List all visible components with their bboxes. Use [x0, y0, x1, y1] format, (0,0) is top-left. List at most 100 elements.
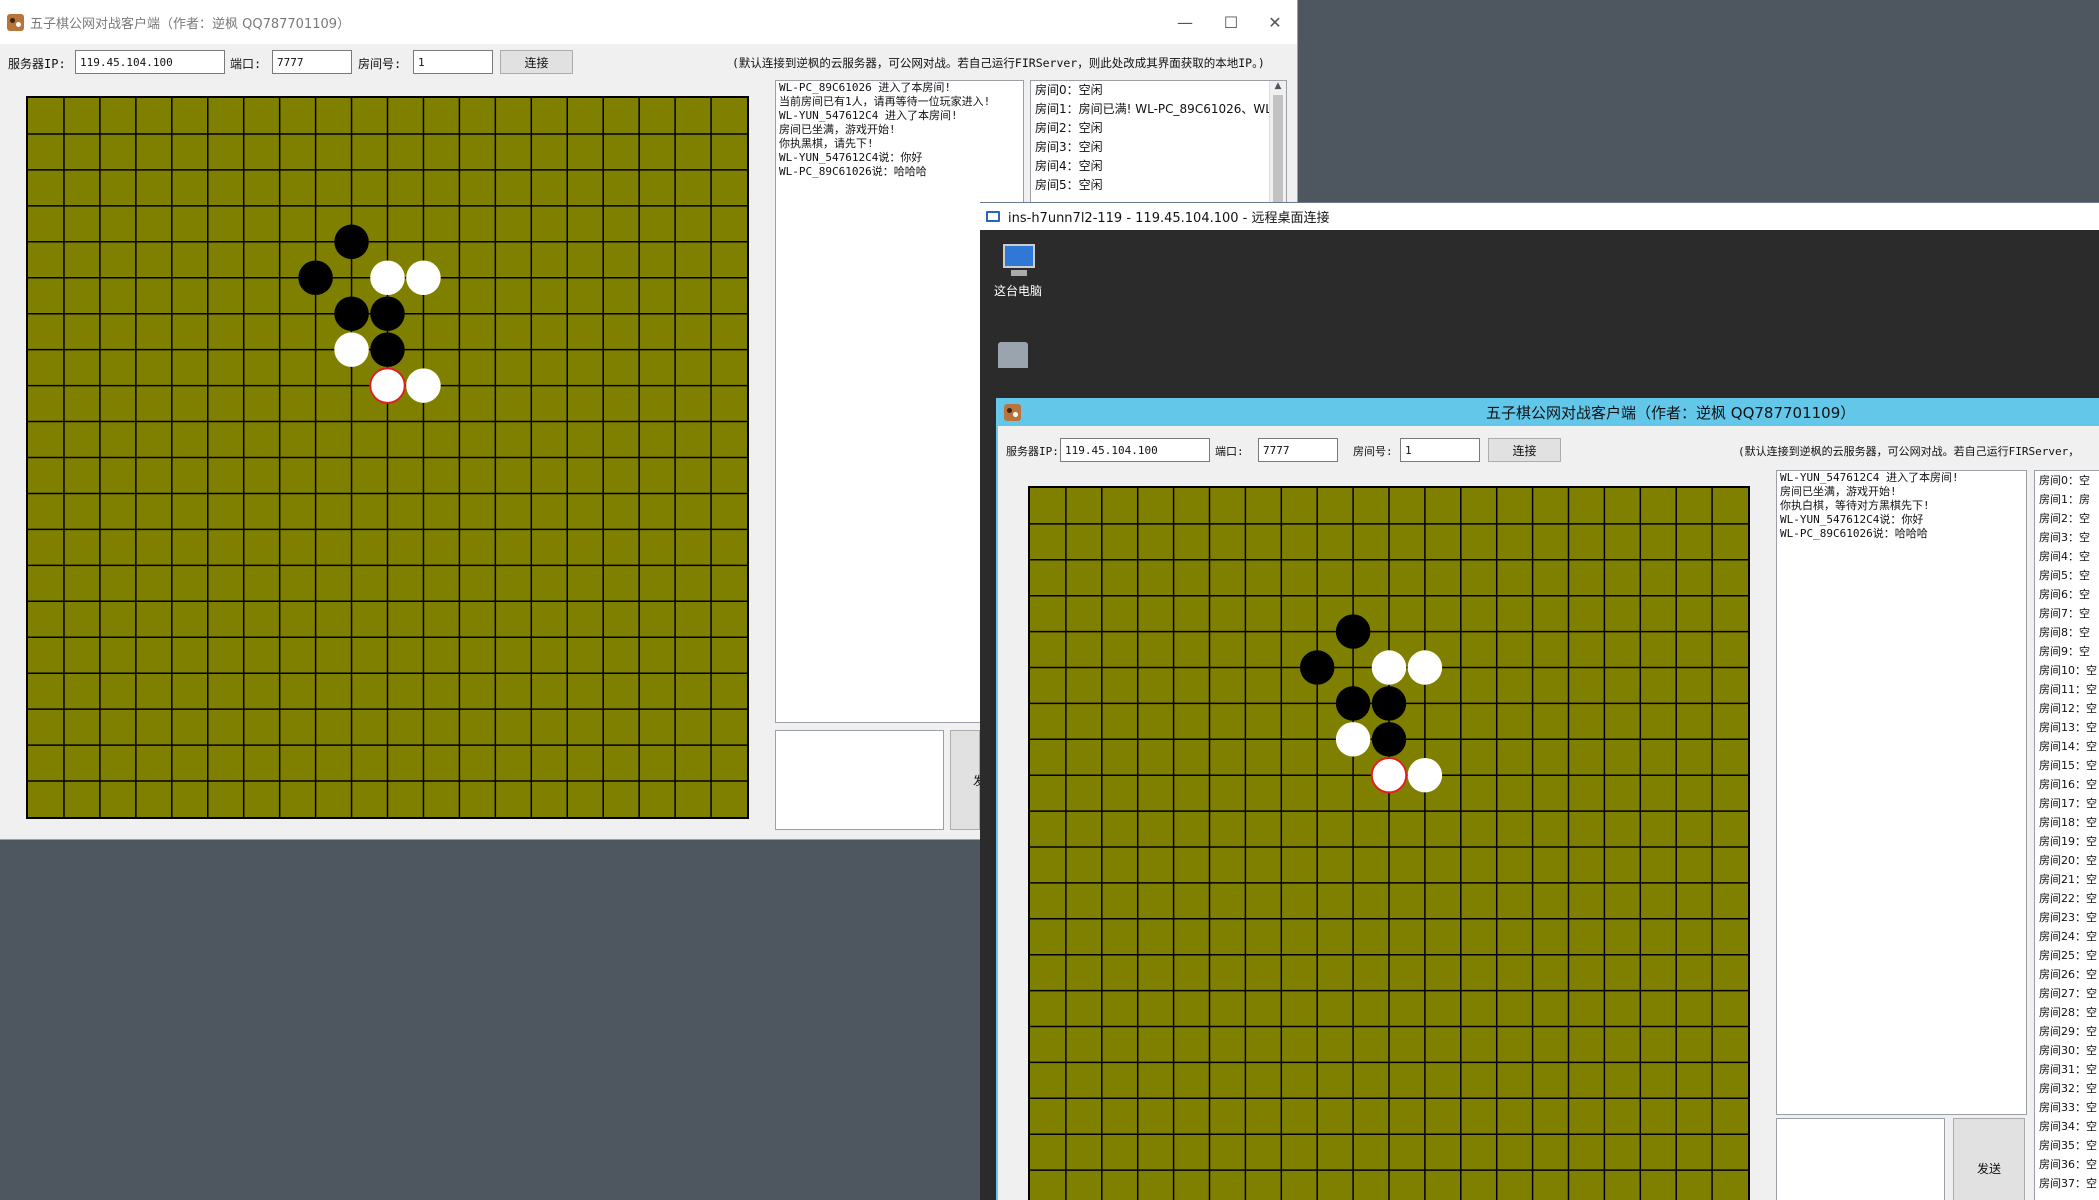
maximize-button[interactable]: ☐ — [1208, 0, 1254, 44]
room-list-item[interactable]: 房间26：空 — [2035, 965, 2099, 984]
chat-log-line: 你执黑棋，请先下! — [779, 137, 874, 150]
room-list-item[interactable]: 房间3：空 — [2035, 528, 2099, 547]
room-list-item[interactable]: 房间34：空 — [2035, 1117, 2099, 1136]
room-list-item[interactable]: 房间18：空 — [2035, 813, 2099, 832]
room-list-item[interactable]: 房间4：空 — [2035, 547, 2099, 566]
room-list-item[interactable]: 房间22：空 — [2035, 889, 2099, 908]
room-list-item[interactable]: 房间28：空 — [2035, 1003, 2099, 1022]
recycle-bin-desktop-icon[interactable] — [998, 342, 1028, 368]
port-input[interactable] — [1258, 438, 1338, 462]
send-button[interactable]: 发送 — [1953, 1118, 2025, 1200]
rdp-title-bar[interactable]: ins-h7unn7l2-119 - 119.45.104.100 - 远程桌面… — [980, 202, 2099, 230]
room-list-item[interactable]: 房间5：空 — [2035, 566, 2099, 585]
black-stone — [298, 260, 333, 296]
room-list-item[interactable]: 房间9：空 — [2035, 642, 2099, 661]
black-stone — [1335, 614, 1371, 649]
room-list-item[interactable]: 房间27：空 — [2035, 984, 2099, 1003]
scroll-thumb[interactable] — [1273, 95, 1283, 205]
server-ip-label: 服务器IP: — [8, 57, 66, 71]
chat-log-line: WL-PC_89C61026说：哈哈哈 — [1780, 527, 1928, 540]
room-list-item[interactable]: 房间24：空 — [2035, 927, 2099, 946]
room-list-item[interactable]: 房间11：空 — [2035, 680, 2099, 699]
this-pc-label: 这台电脑 — [994, 284, 1043, 298]
chat-log-line: WL-YUN_547612C4 进入了本房间! — [1780, 471, 1959, 484]
window-title: 五子棋公网对战客户端（作者：逆枫 QQ787701109） — [30, 16, 351, 32]
room-list-item[interactable]: 房间12：空 — [2035, 699, 2099, 718]
room-list-item[interactable]: 房间35：空 — [2035, 1136, 2099, 1155]
room-list-item[interactable]: 房间13：空 — [2035, 718, 2099, 737]
black-stone — [334, 224, 369, 260]
chat-log-line: WL-YUN_547612C4 进入了本房间! — [779, 109, 958, 122]
send-button[interactable]: 发 — [950, 730, 985, 830]
room-list-item[interactable]: 房间30：空 — [2035, 1041, 2099, 1060]
chat-input[interactable] — [1776, 1118, 1945, 1200]
room-list-item[interactable]: 房间17：空 — [2035, 794, 2099, 813]
room-list-item[interactable]: 房间7：空 — [2035, 604, 2099, 623]
port-label: 端口: — [230, 57, 262, 71]
room-input[interactable] — [413, 50, 493, 74]
room-list-item[interactable]: 房间16：空 — [2035, 775, 2099, 794]
chat-log-line: 房间已坐满，游戏开始! — [779, 123, 896, 136]
chat-log-line: 房间已坐满，游戏开始! — [1780, 485, 1897, 498]
chat-log-line: WL-PC_89C61026说：哈哈哈 — [779, 165, 927, 178]
white-stone — [1335, 722, 1371, 757]
room-input[interactable] — [1400, 438, 1480, 462]
room-list-item[interactable]: 房间36：空 — [2035, 1155, 2099, 1174]
room-list-item[interactable]: 房间23：空 — [2035, 908, 2099, 927]
room-list-item[interactable]: 房间15：空 — [2035, 756, 2099, 775]
room-list-item[interactable]: 房间29：空 — [2035, 1022, 2099, 1041]
this-pc-desktop-icon[interactable]: 这台电脑 — [994, 244, 1042, 299]
remote-window-title: 五子棋公网对战客户端（作者：逆枫 QQ787701109） — [1486, 403, 1856, 422]
room-list-item[interactable]: 房间32：空 — [2035, 1079, 2099, 1098]
room-list-item[interactable]: 房间5：空闲 — [1031, 176, 1286, 195]
room-list-item[interactable]: 房间19：空 — [2035, 832, 2099, 851]
white-stone — [406, 368, 441, 403]
black-stone — [1335, 686, 1371, 721]
chat-log-line: WL-YUN_547612C4说：你好 — [1780, 513, 1924, 526]
minimize-button[interactable]: — — [1162, 0, 1208, 44]
white-stone — [370, 260, 405, 296]
remote-client-title-bar[interactable]: 五子棋公网对战客户端（作者：逆枫 QQ787701109） — [998, 398, 2099, 426]
black-stone — [1371, 686, 1407, 721]
room-list-item[interactable]: 房间14：空 — [2035, 737, 2099, 756]
room-list-item[interactable]: 房间6：空 — [2035, 585, 2099, 604]
room-list-item[interactable]: 房间10：空 — [2035, 661, 2099, 680]
room-list-item[interactable]: 房间4：空闲 — [1031, 157, 1286, 176]
connect-button[interactable]: 连接 — [500, 50, 573, 74]
room-list-item[interactable]: 房间1：房间已满! WL-PC_89C61026、WL — [1031, 100, 1286, 119]
scroll-up-arrow-icon[interactable]: ▲ — [1270, 81, 1286, 91]
room-list-item[interactable]: 房间31：空 — [2035, 1060, 2099, 1079]
rdp-title: ins-h7unn7l2-119 - 119.45.104.100 - 远程桌面… — [1008, 211, 1330, 226]
server-hint-text: (默认连接到逆枫的云服务器，可公网对战。若自己运行FIRServer， — [1738, 445, 2080, 458]
gomoku-board[interactable] — [1028, 486, 1750, 1200]
chat-input[interactable] — [775, 730, 944, 830]
room-label: 房间号: — [1353, 445, 1393, 458]
room-list-item[interactable]: 房间8：空 — [2035, 623, 2099, 642]
close-button[interactable]: ✕ — [1252, 0, 1298, 44]
title-bar[interactable]: 五子棋公网对战客户端（作者：逆枫 QQ787701109） — ☐ ✕ — [0, 0, 1297, 44]
connect-button[interactable]: 连接 — [1488, 438, 1561, 462]
room-list-item[interactable]: 房间0：空 — [2035, 471, 2099, 490]
black-stone — [1299, 650, 1335, 685]
room-list-item[interactable]: 房间25：空 — [2035, 946, 2099, 965]
room-list-item[interactable]: 房间33：空 — [2035, 1098, 2099, 1117]
server-ip-input[interactable] — [75, 50, 225, 74]
gomoku-board[interactable] — [26, 96, 749, 819]
room-list-item[interactable]: 房间20：空 — [2035, 851, 2099, 870]
white-stone — [334, 332, 369, 367]
port-input[interactable] — [272, 50, 352, 74]
room-list[interactable]: 房间0：空 房间1：房 房间2：空 房间3：空 房间4：空 房间5：空 房间6：空 房间7：空… — [2034, 470, 2099, 1200]
room-list-item[interactable]: 房间3：空闲 — [1031, 138, 1286, 157]
room-list-item[interactable]: 房间2：空 — [2035, 509, 2099, 528]
recycle-bin-icon — [998, 342, 1028, 368]
room-list-item[interactable]: 房间0：空闲 — [1031, 81, 1286, 100]
white-stone-last-move — [1370, 756, 1408, 794]
room-list-item[interactable]: 房间21：空 — [2035, 870, 2099, 889]
chat-log-line: 当前房间已有1人，请再等待一位玩家进入! — [779, 95, 991, 108]
room-list-item[interactable]: 房间37：空 — [2035, 1174, 2099, 1193]
board-svg — [28, 98, 747, 817]
black-stone — [370, 296, 405, 331]
room-list-item[interactable]: 房间1：房 — [2035, 490, 2099, 509]
server-ip-input[interactable] — [1060, 438, 1210, 462]
room-list-item[interactable]: 房间2：空闲 — [1031, 119, 1286, 138]
